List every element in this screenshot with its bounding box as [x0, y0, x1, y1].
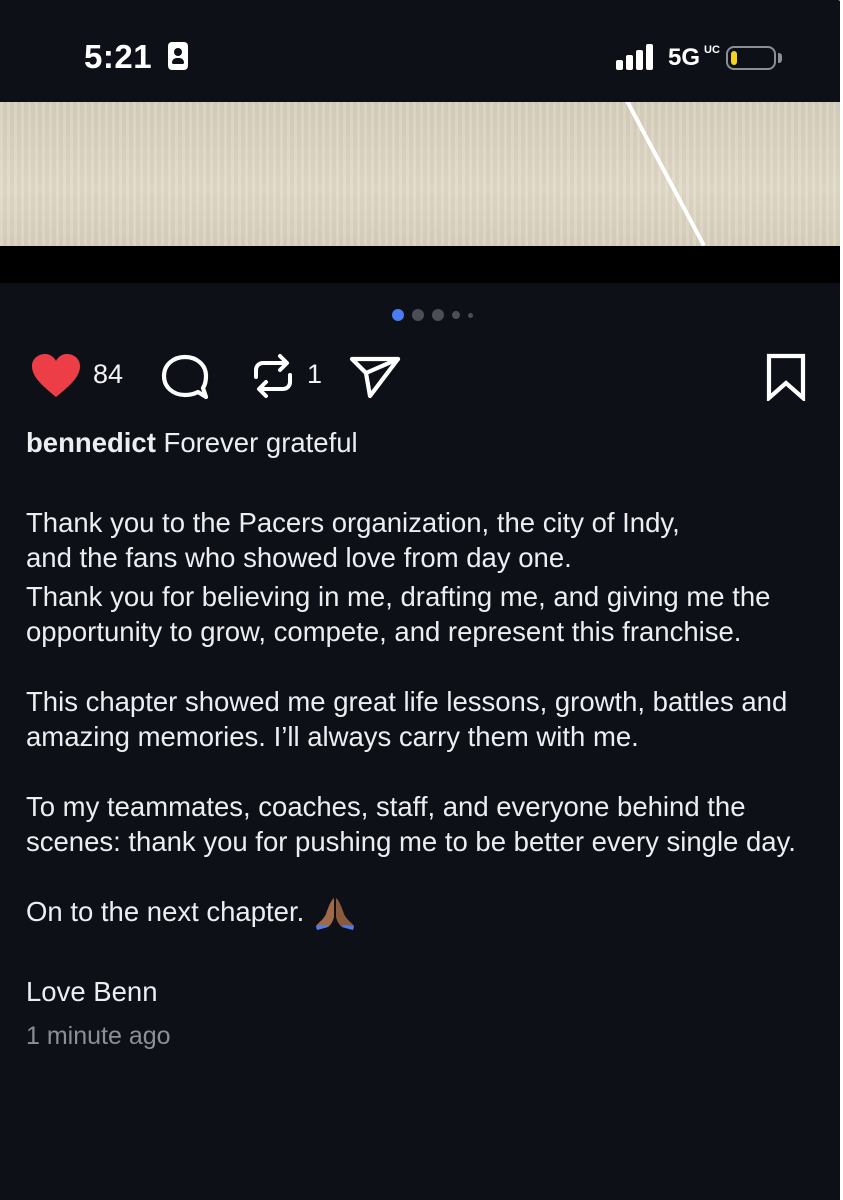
- court-line: [620, 102, 706, 246]
- carousel-dot-active: [392, 309, 404, 321]
- comment-icon[interactable]: [160, 353, 212, 401]
- share-icon[interactable]: [348, 353, 402, 399]
- carousel-dot: [432, 309, 444, 321]
- like-count[interactable]: 84: [93, 359, 123, 390]
- username[interactable]: bennedict: [26, 427, 156, 458]
- battery-level: [731, 51, 737, 65]
- status-bar: 5:21 5G UC: [0, 0, 843, 102]
- signoff: Love Benn: [26, 975, 158, 1007]
- heart-icon[interactable]: [30, 353, 82, 399]
- praying-hands-icon: [316, 897, 355, 930]
- post-timestamp: 1 minute ago: [26, 1021, 171, 1050]
- caption-text: On to the next chapter.: [26, 896, 305, 927]
- clock: 5:21: [84, 38, 153, 75]
- contact-card-icon: [168, 42, 188, 70]
- network-subtype: UC: [704, 44, 720, 56]
- repost-icon[interactable]: [250, 353, 296, 399]
- carousel-dot: [452, 311, 460, 319]
- carousel-dot: [468, 313, 473, 318]
- caption-paragraph: Thank you for believing in me, drafting …: [26, 581, 771, 647]
- carousel-dot: [412, 309, 424, 321]
- post-caption: bennedict Forever grateful Thank you to …: [26, 425, 826, 1054]
- action-bar: 84 1: [0, 345, 843, 405]
- image-bottom-band: [0, 246, 843, 283]
- battery-tip: [778, 53, 782, 63]
- repost-count[interactable]: 1: [307, 359, 322, 390]
- network-type: 5G: [668, 44, 701, 71]
- bookmark-icon[interactable]: [765, 353, 807, 401]
- post-image[interactable]: [0, 102, 843, 246]
- battery-icon: [726, 46, 776, 70]
- phone-screen: 5:21 5G UC 84 1 bennedict Forever gratef…: [0, 0, 843, 1200]
- caption-paragraph: To my teammates, coaches, staff, and eve…: [26, 791, 796, 857]
- caption-paragraph-with-emoji: On to the next chapter.: [26, 894, 826, 932]
- caption-paragraph: This chapter showed me great life lesson…: [26, 686, 788, 752]
- caption-header: bennedict Forever grateful: [26, 425, 826, 460]
- caption-title: Forever grateful: [163, 427, 358, 458]
- caption-line: Thank you to the Pacers organization, th…: [26, 507, 680, 538]
- caption-line: and the fans who showed love from day on…: [26, 542, 572, 573]
- cellular-signal-icon: [616, 44, 660, 70]
